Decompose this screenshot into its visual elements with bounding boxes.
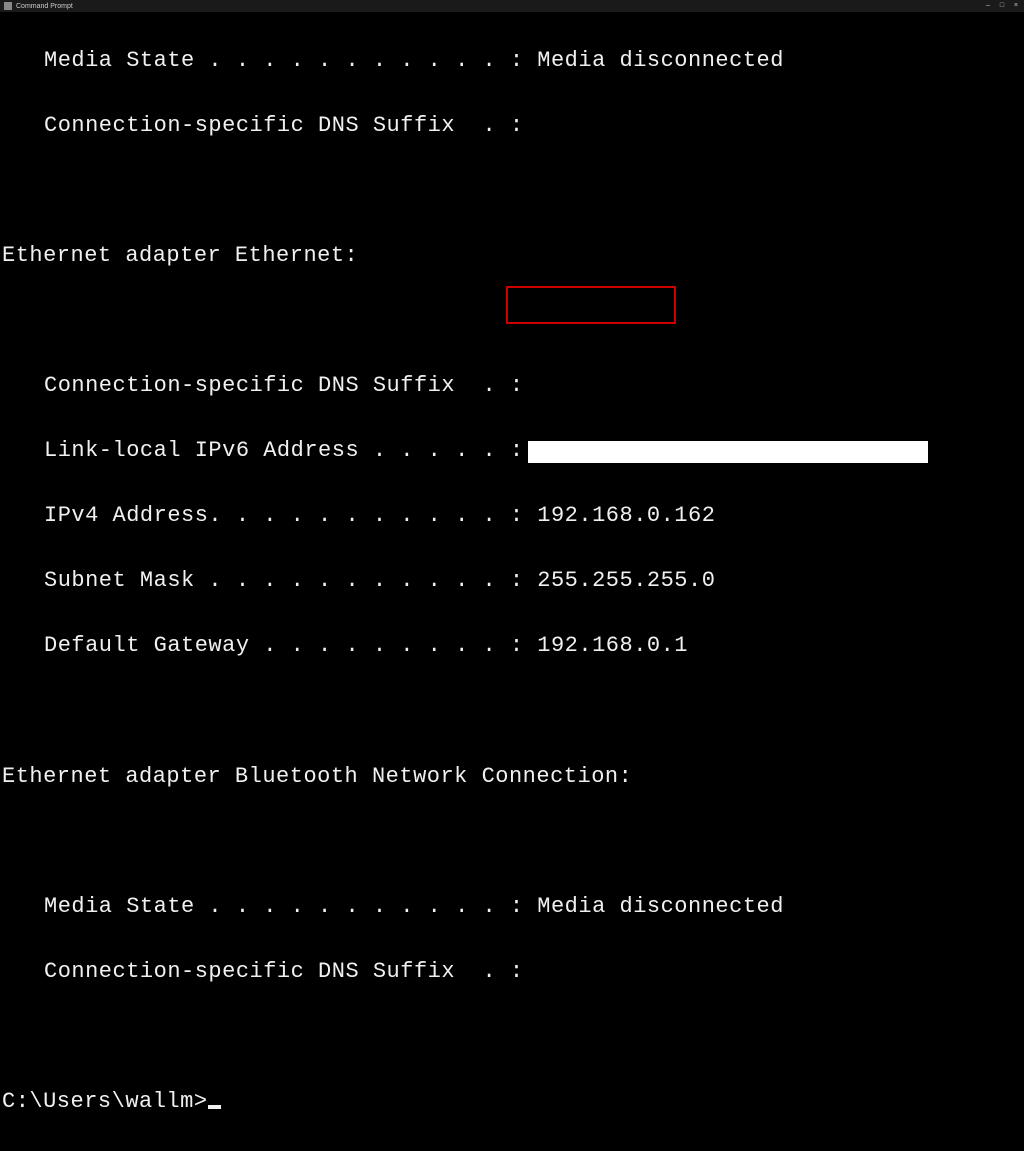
window-title-bar: Command Prompt — □ × (0, 0, 1024, 12)
prompt-text: C:\Users\wallm> (2, 1089, 208, 1114)
eth-gateway-label: Default Gateway . . . . . . . . . : (44, 633, 524, 658)
bt-dns-label: Connection-specific DNS Suffix . : (44, 959, 524, 984)
cursor-icon (208, 1105, 221, 1109)
eth-ipv6-label: Link-local IPv6 Address . . . . . : (44, 438, 524, 463)
media-state-value: Media disconnected (524, 48, 784, 73)
title-bar-controls: — □ × (984, 2, 1020, 10)
output-line: Connection-specific DNS Suffix . : (0, 956, 1024, 989)
minimize-button[interactable]: — (984, 2, 992, 10)
eth-gateway-value: 192.168.0.1 (524, 633, 688, 658)
adapter-section-ethernet: Ethernet adapter Ethernet: (0, 240, 1024, 273)
eth-ipv4-label: IPv4 Address. . . . . . . . . . . : (44, 503, 524, 528)
cmd-icon (4, 2, 12, 10)
blank-line (0, 1021, 1024, 1054)
redacted-ipv6-value (528, 441, 928, 463)
close-button[interactable]: × (1012, 2, 1020, 10)
window-title: Command Prompt (16, 3, 73, 10)
bt-media-label: Media State . . . . . . . . . . . : (44, 894, 524, 919)
media-state-label: Media State . . . . . . . . . . . : (44, 48, 524, 73)
terminal-output[interactable]: Media State . . . . . . . . . . . : Medi… (0, 12, 1024, 1151)
output-line: Media State . . . . . . . . . . . : Medi… (0, 45, 1024, 78)
output-line: Media State . . . . . . . . . . . : Medi… (0, 891, 1024, 924)
output-line: Connection-specific DNS Suffix . : (0, 370, 1024, 403)
output-line: IPv4 Address. . . . . . . . . . . : 192.… (0, 500, 1024, 533)
maximize-button[interactable]: □ (998, 2, 1006, 10)
blank-line (0, 305, 1024, 338)
dns-suffix-label: Connection-specific DNS Suffix . : (44, 113, 524, 138)
blank-line (0, 695, 1024, 728)
adapter-section-bluetooth: Ethernet adapter Bluetooth Network Conne… (0, 761, 1024, 794)
prompt-line[interactable]: C:\Users\wallm> (0, 1086, 1024, 1119)
eth-subnet-label: Subnet Mask . . . . . . . . . . . : (44, 568, 524, 593)
eth-ipv4-value: 192.168.0.162 (524, 503, 716, 528)
output-line: Link-local IPv6 Address . . . . . : (0, 435, 1024, 468)
output-line: Default Gateway . . . . . . . . . : 192.… (0, 630, 1024, 663)
eth-dns-label: Connection-specific DNS Suffix . : (44, 373, 524, 398)
eth-subnet-value: 255.255.255.0 (524, 568, 716, 593)
bt-media-value: Media disconnected (524, 894, 784, 919)
blank-line (0, 826, 1024, 859)
title-bar-left: Command Prompt (4, 2, 73, 10)
output-line: Subnet Mask . . . . . . . . . . . : 255.… (0, 565, 1024, 598)
output-line: Connection-specific DNS Suffix . : (0, 110, 1024, 143)
blank-line (0, 175, 1024, 208)
